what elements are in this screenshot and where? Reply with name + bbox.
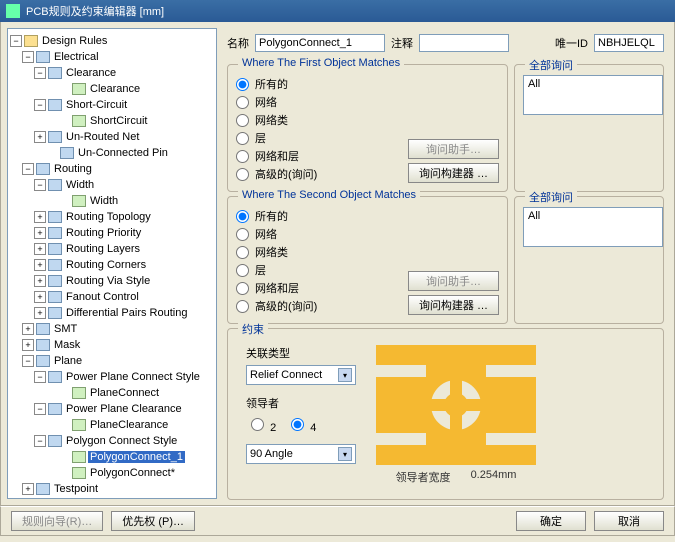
tree-electrical[interactable]: −Electrical (10, 49, 214, 65)
first-query-label: 全部询问 (525, 57, 577, 73)
tree-smt[interactable]: +SMT (10, 321, 214, 337)
tree-ppconnect-leaf[interactable]: PlaneConnect (10, 385, 214, 401)
rules-tree[interactable]: −Design Rules −Electrical −Clearance Cle… (7, 28, 217, 499)
main-area: −Design Rules −Electrical −Clearance Cle… (0, 22, 675, 506)
tree-routing[interactable]: −Routing (10, 161, 214, 177)
conductor-width-label: 领导者宽度 (396, 469, 451, 485)
app-icon (6, 4, 20, 18)
tree-mask[interactable]: +Mask (10, 337, 214, 353)
tree-shortcircuit[interactable]: −Short-Circuit (10, 97, 214, 113)
m2-radio-advanced[interactable]: 高级的(询问) (236, 297, 400, 315)
rule-editor: 名称 注释 唯一ID Where The First Object Matche… (223, 28, 668, 499)
tree-diffpair[interactable]: +Differential Pairs Routing (10, 305, 214, 321)
m2-radio-all[interactable]: 所有的 (236, 207, 400, 225)
conductors-label: 领导者 (246, 395, 356, 411)
tree-unrouted[interactable]: +Un-Routed Net (10, 129, 214, 145)
first-match-group: Where The First Object Matches 所有的 网络 网络… (227, 64, 508, 192)
m2-builder-btn[interactable]: 询问构建器 … (408, 295, 499, 315)
tree-polyconnect[interactable]: −Polygon Connect Style (10, 433, 214, 449)
m1-radio-layer[interactable]: 层 (236, 129, 400, 147)
tree-unconnected[interactable]: Un-Connected Pin (10, 145, 214, 161)
uniqueid-input[interactable] (594, 34, 664, 52)
tree-fanout[interactable]: +Fanout Control (10, 289, 214, 305)
m2-radio-layer[interactable]: 层 (236, 261, 400, 279)
relief-preview (376, 345, 536, 465)
tree-rtopology[interactable]: +Routing Topology (10, 209, 214, 225)
titlebar: PCB规则及约束编辑器 [mm] (0, 0, 675, 22)
tree-shortcircuit-leaf[interactable]: ShortCircuit (10, 113, 214, 129)
rule-wizard-button[interactable]: 规则向导(R)… (11, 511, 103, 531)
tree-ppclear-leaf[interactable]: PlaneClearance (10, 417, 214, 433)
tree-clearance[interactable]: −Clearance (10, 65, 214, 81)
second-query-label: 全部询问 (525, 189, 577, 205)
tree-manufacturing[interactable]: +Manufacturing (10, 497, 214, 499)
tree-rlayers[interactable]: +Routing Layers (10, 241, 214, 257)
angle-select[interactable]: 90 Angle▾ (246, 444, 356, 464)
m1-helper-btn[interactable]: 询问助手… (408, 139, 499, 159)
first-query-text[interactable]: All (523, 75, 663, 115)
tree-rpriority[interactable]: +Routing Priority (10, 225, 214, 241)
priorities-button[interactable]: 优先权 (P)… (111, 511, 195, 531)
connect-type-label: 关联类型 (246, 345, 356, 361)
name-label: 名称 (227, 35, 249, 51)
name-input[interactable] (255, 34, 385, 52)
m1-radio-net[interactable]: 网络 (236, 93, 400, 111)
m1-radio-all[interactable]: 所有的 (236, 75, 400, 93)
conductor-width-value: 0.254mm (471, 469, 517, 485)
tree-plane[interactable]: −Plane (10, 353, 214, 369)
tree-root[interactable]: −Design Rules (10, 33, 214, 49)
constraint-legend: 约束 (238, 321, 268, 337)
chevron-down-icon: ▾ (338, 447, 352, 461)
second-query-group: 全部询问 All (514, 196, 664, 324)
m1-radio-netclass[interactable]: 网络类 (236, 111, 400, 129)
second-match-legend: Where The Second Object Matches (238, 189, 420, 201)
window-title: PCB规则及约束编辑器 [mm] (26, 3, 164, 19)
m1-radio-netlayer[interactable]: 网络和层 (236, 147, 400, 165)
m2-radio-netclass[interactable]: 网络类 (236, 243, 400, 261)
second-query-text[interactable]: All (523, 207, 663, 247)
comment-label: 注释 (391, 35, 413, 51)
conductors-2[interactable]: 2 (246, 415, 276, 434)
dialog-footer: 规则向导(R)… 优先权 (P)… 确定 取消 (0, 506, 675, 536)
connect-type-select[interactable]: Relief Connect▾ (246, 365, 356, 385)
m2-helper-btn[interactable]: 询问助手… (408, 271, 499, 291)
tree-width[interactable]: −Width (10, 177, 214, 193)
name-row: 名称 注释 唯一ID (227, 32, 664, 60)
m1-radio-advanced[interactable]: 高级的(询问) (236, 165, 400, 183)
tree-clearance-leaf[interactable]: Clearance (10, 81, 214, 97)
tree-polyconnect-star[interactable]: PolygonConnect* (10, 465, 214, 481)
tree-ppclear[interactable]: −Power Plane Clearance (10, 401, 214, 417)
second-match-group: Where The Second Object Matches 所有的 网络 网… (227, 196, 508, 324)
constraint-group: 约束 关联类型 Relief Connect▾ 领导者 2 4 90 Ang (227, 328, 664, 500)
tree-ppconnect[interactable]: −Power Plane Connect Style (10, 369, 214, 385)
tree-width-leaf[interactable]: Width (10, 193, 214, 209)
tree-polyconnect-1[interactable]: PolygonConnect_1 (10, 449, 214, 465)
first-query-group: 全部询问 All (514, 64, 664, 192)
ok-button[interactable]: 确定 (516, 511, 586, 531)
tree-rvia[interactable]: +Routing Via Style (10, 273, 214, 289)
m1-builder-btn[interactable]: 询问构建器 … (408, 163, 499, 183)
tree-rcorners[interactable]: +Routing Corners (10, 257, 214, 273)
m2-radio-net[interactable]: 网络 (236, 225, 400, 243)
m2-radio-netlayer[interactable]: 网络和层 (236, 279, 400, 297)
conductors-4[interactable]: 4 (286, 415, 316, 434)
comment-input[interactable] (419, 34, 509, 52)
uniqueid-label: 唯一ID (555, 35, 588, 51)
first-match-legend: Where The First Object Matches (238, 57, 404, 69)
cancel-button[interactable]: 取消 (594, 511, 664, 531)
tree-testpoint[interactable]: +Testpoint (10, 481, 214, 497)
chevron-down-icon: ▾ (338, 368, 352, 382)
